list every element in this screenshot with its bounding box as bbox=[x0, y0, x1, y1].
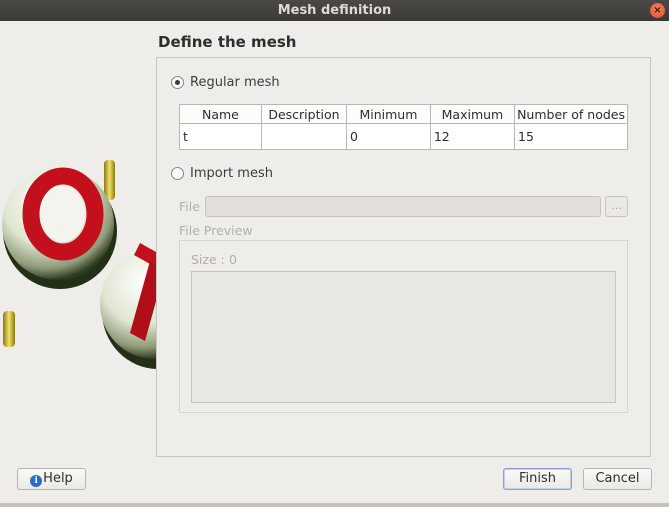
finish-button[interactable]: Finish bbox=[503, 468, 572, 490]
rod-shape bbox=[104, 160, 115, 200]
column-header-minimum[interactable]: Minimum bbox=[346, 104, 431, 124]
column-header-maximum[interactable]: Maximum bbox=[430, 104, 516, 124]
size-label: Size : bbox=[191, 252, 225, 267]
column-header-name[interactable]: Name bbox=[179, 104, 262, 124]
close-icon[interactable]: × bbox=[650, 3, 665, 18]
import-mesh-option[interactable]: Import mesh bbox=[171, 166, 273, 181]
file-path-input bbox=[205, 196, 601, 217]
cell-minimum[interactable]: 0 bbox=[346, 123, 431, 150]
info-icon: i bbox=[30, 475, 43, 487]
table-row[interactable]: t 0 12 15 bbox=[179, 123, 628, 150]
page-title: Define the mesh bbox=[158, 33, 297, 51]
file-label: File bbox=[179, 199, 200, 214]
browse-button: ... bbox=[605, 196, 628, 217]
import-mesh-radio[interactable] bbox=[171, 167, 184, 180]
regular-mesh-option[interactable]: Regular mesh bbox=[171, 75, 280, 90]
window-bottom-edge bbox=[0, 503, 669, 507]
file-preview-area bbox=[191, 271, 616, 403]
file-preview-label: File Preview bbox=[179, 223, 253, 238]
cell-number-of-nodes[interactable]: 15 bbox=[515, 124, 628, 150]
cell-maximum[interactable]: 12 bbox=[430, 123, 516, 150]
table-header-row: Name Description Minimum Maximum Number … bbox=[179, 104, 628, 124]
window-titlebar: Mesh definition × bbox=[0, 0, 669, 21]
column-header-description[interactable]: Description bbox=[261, 104, 347, 124]
cancel-button[interactable]: Cancel bbox=[583, 468, 652, 490]
cell-name[interactable]: t bbox=[179, 123, 262, 150]
import-mesh-label: Import mesh bbox=[190, 166, 273, 181]
help-button[interactable]: i Help bbox=[17, 468, 86, 490]
size-value: 0 bbox=[229, 252, 237, 267]
column-header-number-of-nodes[interactable]: Number of nodes bbox=[514, 104, 628, 124]
rod-shape bbox=[3, 311, 15, 347]
help-label: Help bbox=[43, 471, 73, 486]
window-title: Mesh definition bbox=[277, 3, 392, 18]
cell-description[interactable] bbox=[261, 123, 347, 150]
mesh-table: Name Description Minimum Maximum Number … bbox=[179, 104, 628, 150]
regular-mesh-label: Regular mesh bbox=[190, 75, 280, 90]
regular-mesh-radio[interactable] bbox=[171, 76, 184, 89]
